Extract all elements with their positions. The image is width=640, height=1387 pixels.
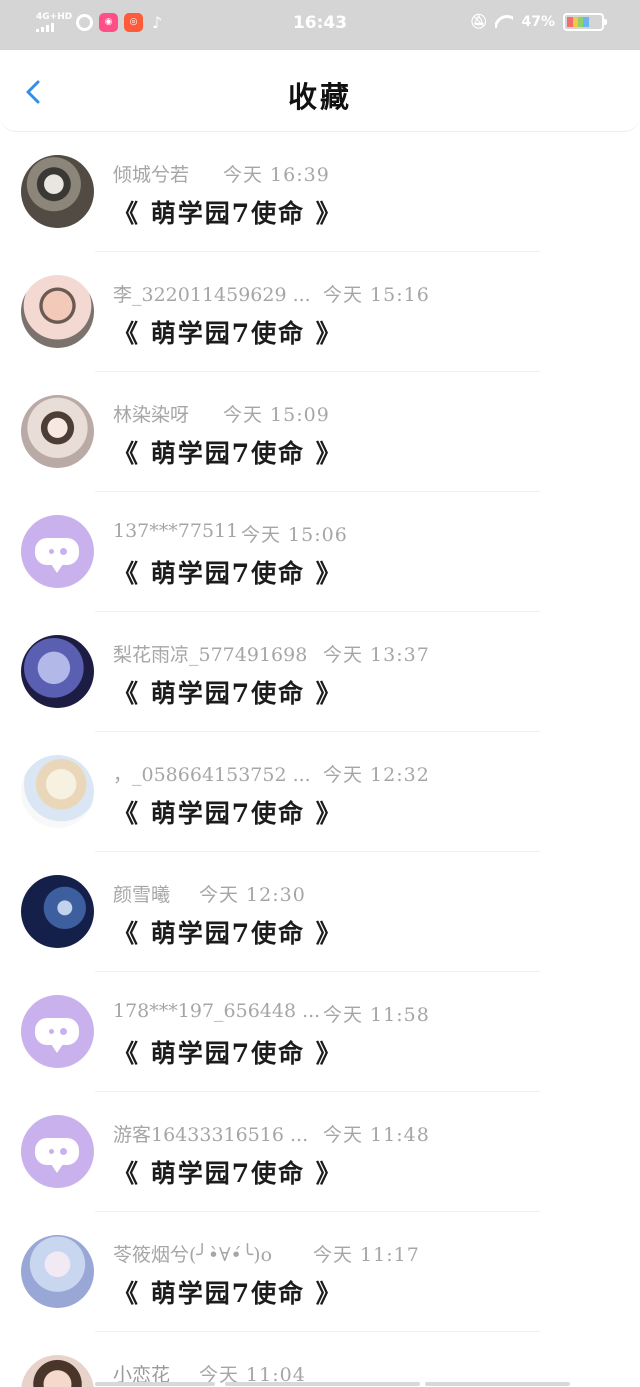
- avatar[interactable]: [21, 515, 94, 588]
- timestamp: 今天 12:30: [199, 884, 306, 906]
- timestamp: 今天 11:17: [313, 1244, 420, 1266]
- list-item[interactable]: ，_058664153752 ... 今天 12:32 《 萌学园7使命 》: [0, 732, 640, 852]
- user-name: 倾城兮若: [113, 164, 190, 186]
- avatar[interactable]: [21, 995, 94, 1068]
- list-item[interactable]: 小恋花 今天 11:04: [0, 1332, 640, 1387]
- favorites-list: 倾城兮若 今天 16:39 《 萌学园7使命 》 李_322011459629 …: [0, 132, 640, 1387]
- chat-bubble-icon: [35, 1138, 79, 1173]
- avatar[interactable]: [21, 395, 94, 468]
- list-item[interactable]: 游客16433316516 ... 今天 11:48 《 萌学园7使命 》: [0, 1092, 640, 1212]
- timestamp: 今天 11:48: [323, 1124, 430, 1146]
- status-bar: 4G+HD ◉ ◎ ♪ 16:43 🔕︎ 47%: [0, 0, 640, 50]
- wifi-icon: [495, 15, 513, 29]
- chat-bubble-icon: [35, 538, 79, 573]
- nav-bar: 收藏: [0, 50, 640, 132]
- user-name: 178***197_656448 ...: [113, 1000, 321, 1022]
- avatar[interactable]: [21, 275, 94, 348]
- timestamp: 今天 16:39: [223, 164, 330, 186]
- timestamp: 今天 12:32: [323, 764, 430, 786]
- list-item[interactable]: 李_322011459629 ... 今天 15:16 《 萌学园7使命 》: [0, 252, 640, 372]
- avatar[interactable]: [21, 1115, 94, 1188]
- battery-icon: [563, 13, 607, 31]
- favorite-content: 《 萌学园7使命 》: [113, 439, 343, 468]
- avatar[interactable]: [21, 755, 94, 828]
- user-name: 林染染呀: [113, 404, 190, 426]
- list-item[interactable]: 倾城兮若 今天 16:39 《 萌学园7使命 》: [0, 132, 640, 252]
- user-name: 137***77511: [113, 520, 239, 542]
- favorite-content: 《 萌学园7使命 》: [113, 679, 343, 708]
- favorite-content: 《 萌学园7使命 》: [113, 559, 343, 588]
- avatar[interactable]: [21, 1235, 94, 1308]
- list-item[interactable]: 苓筱烟兮(╯•̀∀•́╰)o 今天 11:17 《 萌学园7使命 》: [0, 1212, 640, 1332]
- status-right: 🔕︎ 47%: [469, 13, 607, 31]
- list-item[interactable]: 137***77511 今天 15:06 《 萌学园7使命 》: [0, 492, 640, 612]
- avatar[interactable]: [21, 635, 94, 708]
- timestamp: 今天 15:09: [223, 404, 330, 426]
- avatar[interactable]: [21, 875, 94, 948]
- favorite-content: 《 萌学园7使命 》: [113, 1279, 343, 1308]
- favorite-content: 《 萌学园7使命 》: [113, 919, 343, 948]
- timestamp: 今天 13:37: [323, 644, 430, 666]
- user-name: ，_058664153752 ...: [113, 764, 311, 786]
- battery-percent: 47%: [521, 14, 555, 30]
- user-name: 梨花雨凉_577491698: [113, 644, 308, 666]
- scroll-indicator: [0, 1380, 640, 1387]
- chat-bubble-icon: [35, 1018, 79, 1053]
- avatar[interactable]: [21, 155, 94, 228]
- list-item[interactable]: 178***197_656448 ... 今天 11:58 《 萌学园7使命 》: [0, 972, 640, 1092]
- user-name: 颜雪曦: [113, 884, 171, 906]
- user-name: 游客16433316516 ...: [113, 1124, 309, 1146]
- user-name: 李_322011459629 ...: [113, 284, 311, 306]
- mute-icon: 🔕︎: [469, 14, 488, 30]
- favorite-content: 《 萌学园7使命 》: [113, 199, 343, 228]
- user-name: 苓筱烟兮(╯•̀∀•́╰)o: [113, 1244, 273, 1266]
- list-item[interactable]: 梨花雨凉_577491698 今天 13:37 《 萌学园7使命 》: [0, 612, 640, 732]
- favorite-content: 《 萌学园7使命 》: [113, 1039, 343, 1068]
- list-item[interactable]: 林染染呀 今天 15:09 《 萌学园7使命 》: [0, 372, 640, 492]
- favorite-content: 《 萌学园7使命 》: [113, 1159, 343, 1188]
- timestamp: 今天 11:58: [323, 1004, 430, 1026]
- favorite-content: 《 萌学园7使命 》: [113, 799, 343, 828]
- timestamp: 今天 15:06: [241, 524, 348, 546]
- timestamp: 今天 15:16: [323, 284, 430, 306]
- favorite-content: 《 萌学园7使命 》: [113, 319, 343, 348]
- list-item[interactable]: 颜雪曦 今天 12:30 《 萌学园7使命 》: [0, 852, 640, 972]
- page-title: 收藏: [287, 80, 352, 114]
